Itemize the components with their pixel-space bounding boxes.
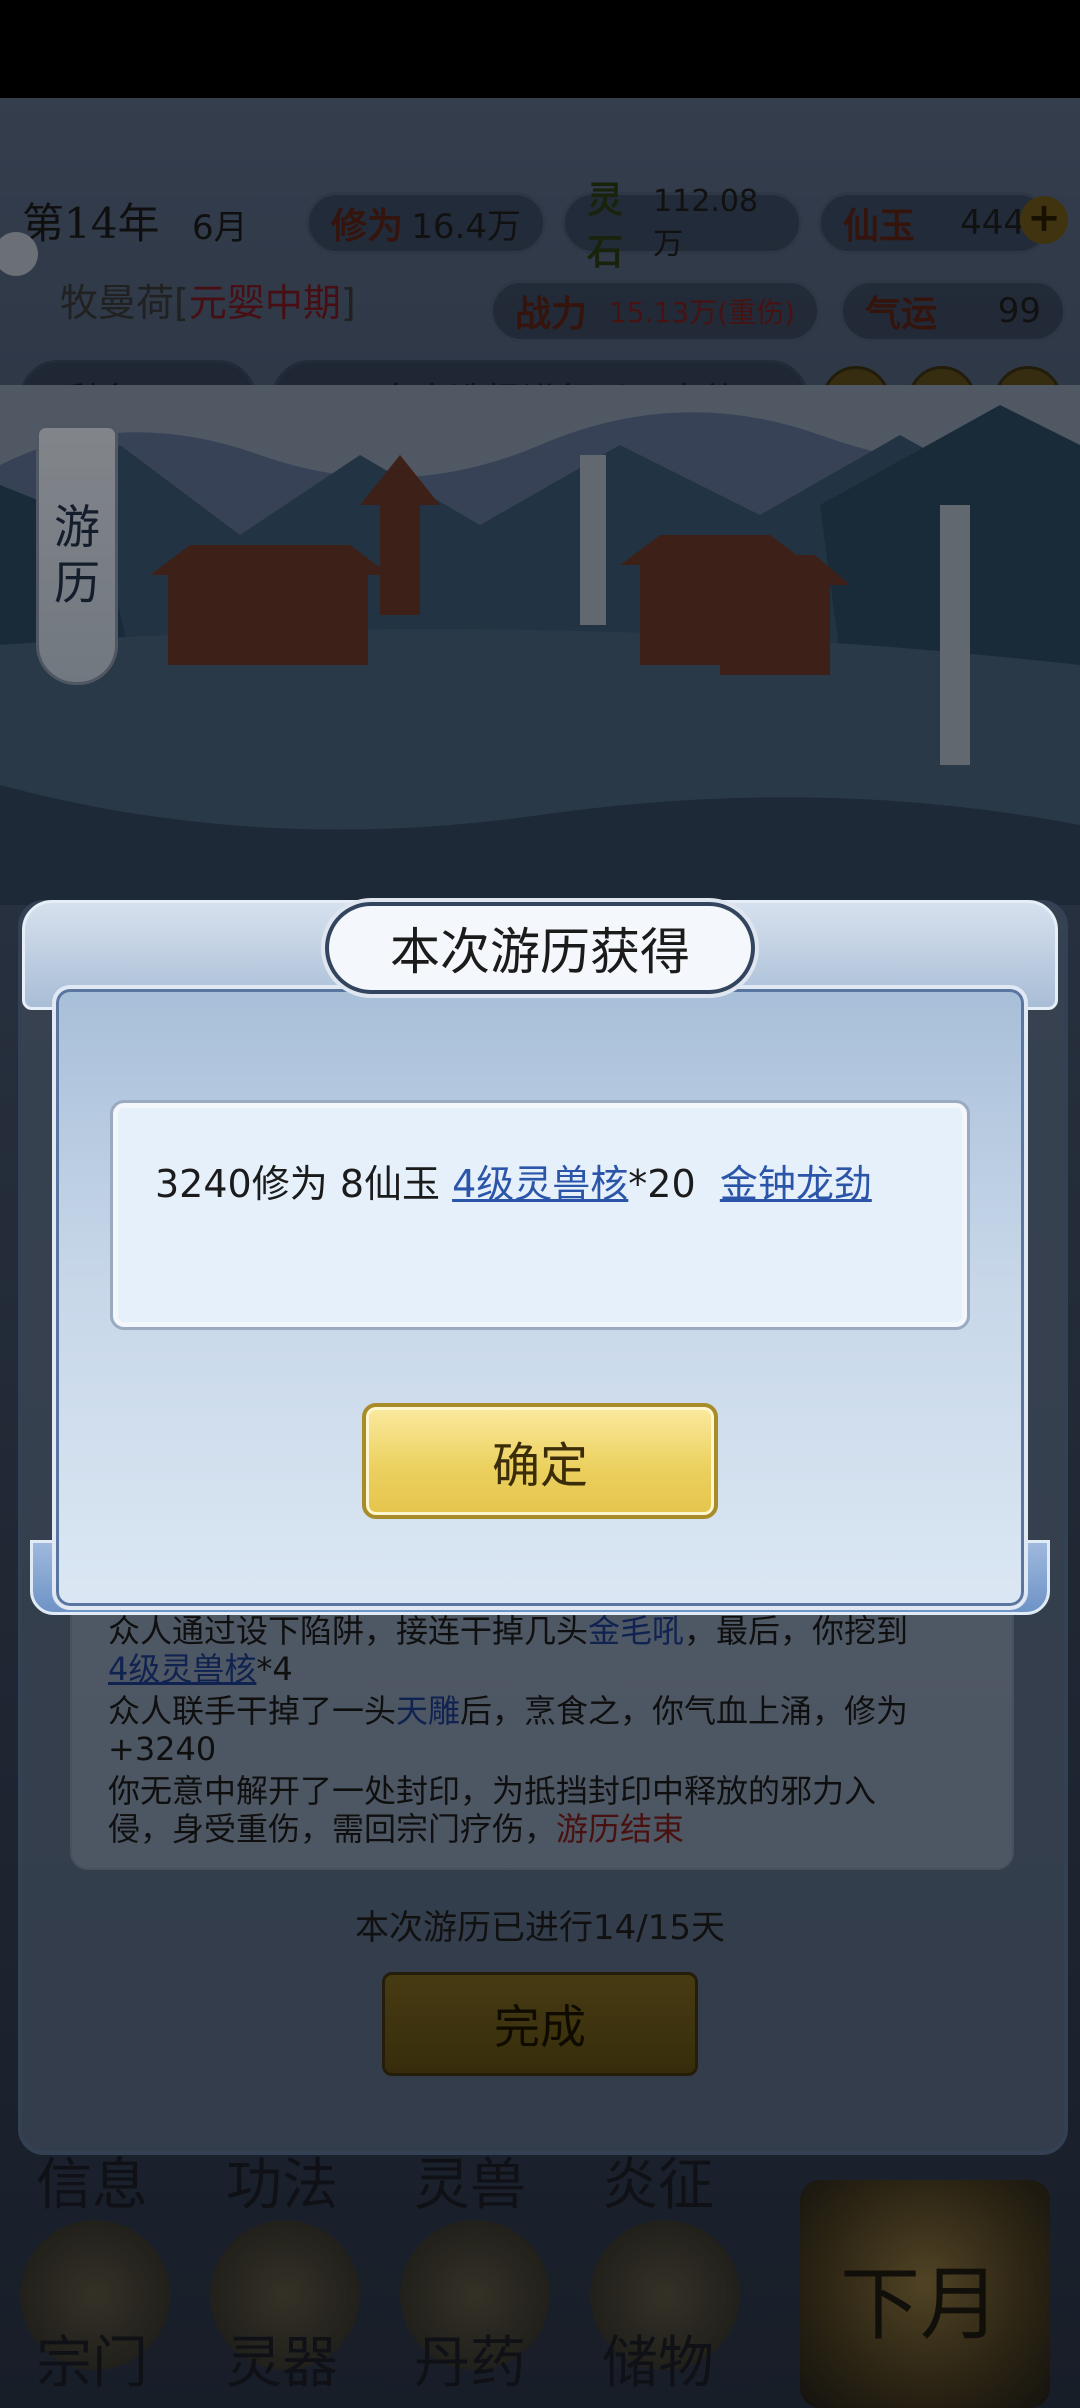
confirm-button[interactable]: 确定: [362, 1403, 718, 1519]
reward-beast-core-link[interactable]: 4级灵兽核: [452, 1162, 628, 1206]
reward-jade: 8仙玉: [339, 1162, 440, 1206]
reward-beast-core-count: *20: [628, 1162, 696, 1206]
reward-cultivation: 3240修为: [155, 1162, 328, 1206]
confirm-button-label: 确定: [491, 1438, 588, 1494]
modal-title: 本次游历获得: [390, 923, 690, 981]
reward-skill-link[interactable]: 金钟龙劲: [720, 1162, 872, 1206]
modal-title-plate: 本次游历获得: [325, 902, 755, 994]
status-bar: [0, 0, 1080, 98]
reward-list: 3240修为 8仙玉 4级灵兽核*20 金钟龙劲: [110, 1100, 970, 1330]
